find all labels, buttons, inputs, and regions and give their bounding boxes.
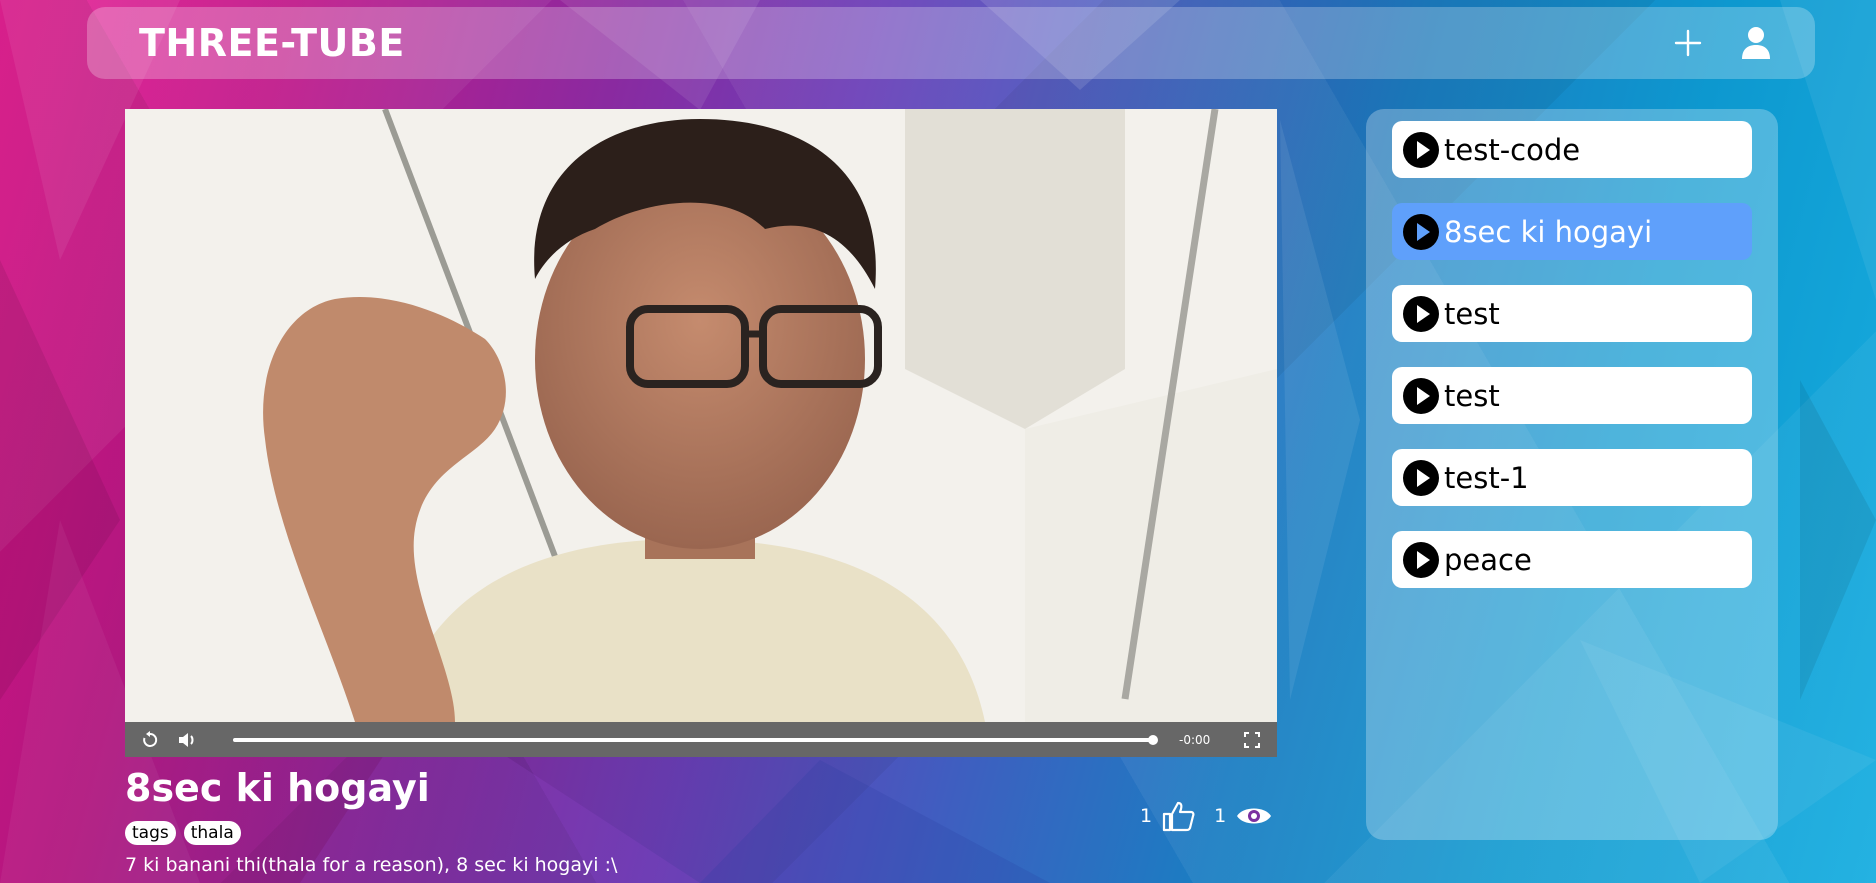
video-title: 8sec ki hogayi: [125, 766, 430, 810]
tag-chip[interactable]: thala: [183, 821, 241, 845]
tag-list: tags thala: [125, 821, 241, 845]
video-player[interactable]: -0:00: [125, 109, 1277, 757]
play-circle-icon: [1403, 459, 1439, 496]
video-frame[interactable]: [125, 109, 1277, 722]
video-description: 7 ki banani thi(thala for a reason), 8 s…: [125, 854, 618, 876]
fullscreen-icon[interactable]: [1241, 729, 1263, 751]
eye-icon: [1236, 804, 1272, 828]
play-circle-icon: [1403, 541, 1439, 578]
playlist-item[interactable]: test-code: [1392, 121, 1752, 178]
play-circle-icon: [1403, 213, 1439, 250]
replay-icon[interactable]: [139, 729, 161, 751]
header-actions: [1669, 24, 1775, 62]
video-thumbnail-image: [125, 109, 1277, 722]
play-circle-icon: [1403, 131, 1439, 168]
playlist-item-label: test-1: [1444, 460, 1529, 495]
playlist-item-label: test: [1444, 296, 1500, 331]
playlist-item-label: test-code: [1444, 132, 1581, 167]
playlist-item-active[interactable]: 8sec ki hogayi: [1392, 203, 1752, 260]
seek-bar[interactable]: [233, 734, 1158, 745]
playlist-item-label: test: [1444, 378, 1500, 413]
plus-icon[interactable]: [1669, 24, 1707, 62]
volume-icon[interactable]: [177, 729, 199, 751]
video-stats: 1 1: [1140, 800, 1272, 832]
view-count: 1: [1214, 805, 1227, 827]
playlist-item-label: 8sec ki hogayi: [1444, 214, 1653, 249]
play-circle-icon: [1403, 377, 1439, 414]
time-remaining: -0:00: [1179, 732, 1211, 747]
thumbs-up-icon[interactable]: [1162, 800, 1196, 832]
app-logo-title[interactable]: THREE-TUBE: [139, 21, 405, 65]
tag-chip[interactable]: tags: [125, 821, 176, 845]
play-circle-icon: [1403, 295, 1439, 332]
user-icon[interactable]: [1737, 24, 1775, 62]
seek-handle[interactable]: [1148, 734, 1158, 745]
playlist-item[interactable]: test: [1392, 367, 1752, 424]
player-controls: -0:00: [125, 722, 1277, 757]
top-navbar: THREE-TUBE: [87, 7, 1815, 79]
playlist-item-label: peace: [1444, 542, 1532, 577]
playlist-panel: test-code 8sec ki hogayi test test test-…: [1366, 109, 1778, 840]
like-count: 1: [1140, 805, 1153, 827]
playlist-item[interactable]: test: [1392, 285, 1752, 342]
playlist-item[interactable]: test-1: [1392, 449, 1752, 506]
playlist-item[interactable]: peace: [1392, 531, 1752, 588]
